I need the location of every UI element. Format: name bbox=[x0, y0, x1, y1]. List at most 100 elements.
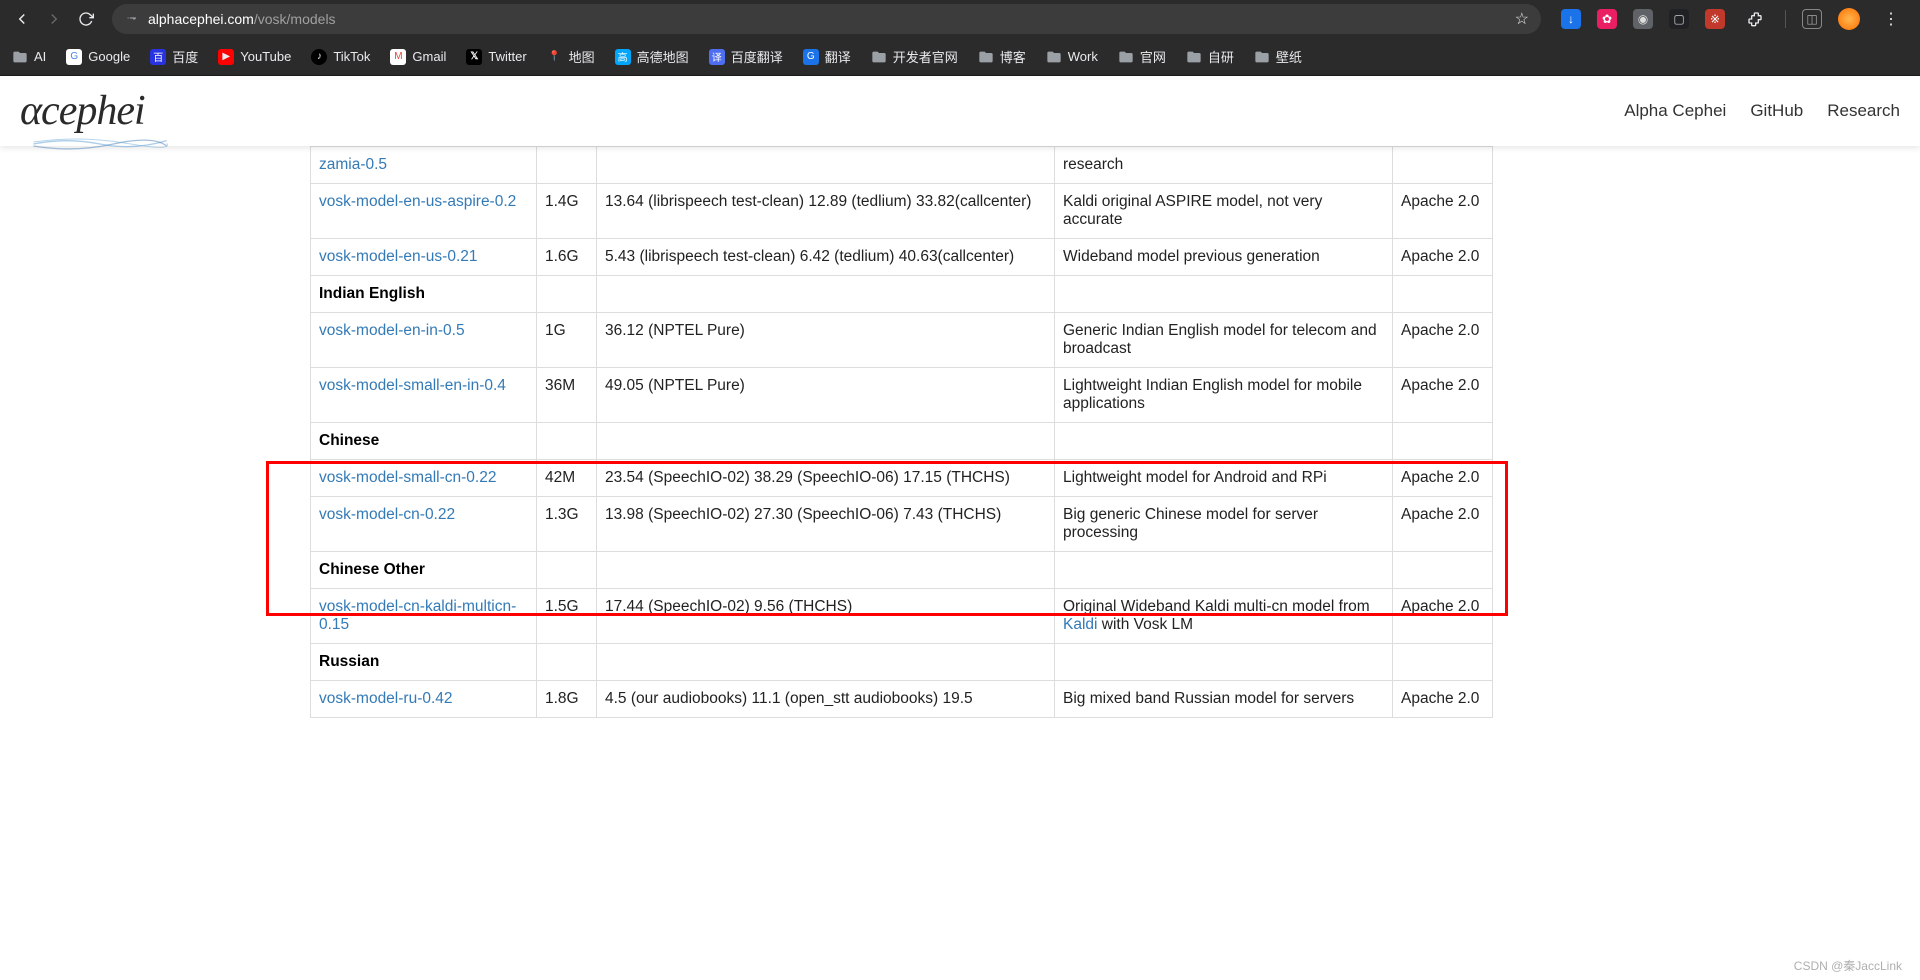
back-button[interactable] bbox=[8, 5, 36, 33]
site-logo[interactable]: αcephei bbox=[20, 90, 145, 132]
bookmark-item[interactable]: GGoogle bbox=[66, 49, 130, 65]
nav-alpha-cephei[interactable]: Alpha Cephei bbox=[1624, 101, 1726, 121]
model-link[interactable]: vosk-model-cn-kaldi-multicn-0.15 bbox=[319, 598, 516, 633]
bookmark-label: AI bbox=[34, 49, 46, 64]
cell-wer: 13.64 (librispeech test-clean) 12.89 (te… bbox=[597, 184, 1055, 239]
bookmark-item[interactable]: 自研 bbox=[1186, 47, 1234, 66]
cell-notes: Lightweight Indian English model for mob… bbox=[1055, 368, 1393, 423]
cell-wer bbox=[597, 644, 1055, 681]
cell-name: vosk-model-en-in-0.5 bbox=[311, 313, 537, 368]
gmap-icon: 📍 bbox=[547, 49, 563, 65]
bookmark-item[interactable]: 百百度 bbox=[150, 47, 198, 66]
forward-button[interactable] bbox=[40, 5, 68, 33]
notes-link[interactable]: Kaldi bbox=[1063, 616, 1097, 633]
cell-size bbox=[537, 276, 597, 313]
bookmark-label: Gmail bbox=[412, 49, 446, 64]
bookmark-label: Twitter bbox=[488, 49, 526, 64]
cell-license: Apache 2.0 bbox=[1393, 681, 1493, 718]
bookmark-item[interactable]: MGmail bbox=[390, 49, 446, 65]
cell-name: zamia-0.5 bbox=[311, 147, 537, 184]
folder-icon bbox=[1118, 49, 1134, 65]
cell-notes bbox=[1055, 276, 1393, 313]
bookmark-item[interactable]: 壁纸 bbox=[1254, 47, 1302, 66]
folder-icon bbox=[871, 49, 887, 65]
cell-wer: 17.44 (SpeechIO-02) 9.56 (THCHS) bbox=[597, 589, 1055, 644]
cell-name: vosk-model-en-us-aspire-0.2 bbox=[311, 184, 537, 239]
section-header-cell: Russian bbox=[311, 644, 537, 681]
section-header: Indian English bbox=[319, 285, 425, 302]
model-link[interactable]: vosk-model-cn-0.22 bbox=[319, 506, 455, 523]
reload-button[interactable] bbox=[72, 5, 100, 33]
bookmark-item[interactable]: 高高德地图 bbox=[615, 47, 689, 66]
page-content[interactable]: αcephei Alpha Cephei GitHub Research zam… bbox=[0, 76, 1920, 980]
site-info-icon[interactable] bbox=[124, 11, 138, 28]
section-header-cell: Chinese bbox=[311, 423, 537, 460]
model-link[interactable]: zamia-0.5 bbox=[319, 156, 387, 173]
model-link[interactable]: vosk-model-en-in-0.5 bbox=[319, 322, 465, 339]
cell-wer bbox=[597, 552, 1055, 589]
cell-license bbox=[1393, 276, 1493, 313]
cell-notes bbox=[1055, 423, 1393, 460]
nav-research[interactable]: Research bbox=[1827, 101, 1900, 121]
cell-notes bbox=[1055, 644, 1393, 681]
content-area: zamia-0.5researchvosk-model-en-us-aspire… bbox=[0, 146, 1920, 758]
bookmark-item[interactable]: 译百度翻译 bbox=[709, 47, 783, 66]
bookmark-item[interactable]: 官网 bbox=[1118, 47, 1166, 66]
cell-license: Apache 2.0 bbox=[1393, 368, 1493, 423]
ext-camera-icon[interactable]: ◉ bbox=[1633, 9, 1653, 29]
bookmark-star-icon[interactable]: ☆ bbox=[1515, 9, 1529, 29]
bookmark-item[interactable]: ♪TikTok bbox=[311, 49, 370, 65]
ext-orange-icon[interactable]: ※ bbox=[1705, 9, 1725, 29]
folder-icon bbox=[1186, 49, 1202, 65]
table-row: vosk-model-en-us-aspire-0.21.4G13.64 (li… bbox=[311, 184, 1493, 239]
bookmark-item[interactable]: 𝕏Twitter bbox=[466, 49, 526, 65]
cell-size bbox=[537, 423, 597, 460]
cell-name: vosk-model-small-en-in-0.4 bbox=[311, 368, 537, 423]
bookmark-item[interactable]: 博客 bbox=[978, 47, 1026, 66]
cell-size: 36M bbox=[537, 368, 597, 423]
cell-license: Apache 2.0 bbox=[1393, 239, 1493, 276]
bookmark-item[interactable]: G翻译 bbox=[803, 47, 851, 66]
folder-icon bbox=[1046, 49, 1062, 65]
cell-license bbox=[1393, 423, 1493, 460]
table-row: vosk-model-small-en-in-0.436M49.05 (NPTE… bbox=[311, 368, 1493, 423]
model-link[interactable]: vosk-model-small-cn-0.22 bbox=[319, 469, 496, 486]
cell-wer: 36.12 (NPTEL Pure) bbox=[597, 313, 1055, 368]
model-link[interactable]: vosk-model-en-us-aspire-0.2 bbox=[319, 193, 516, 210]
bookmark-label: Google bbox=[88, 49, 130, 64]
bookmark-item[interactable]: Work bbox=[1046, 49, 1098, 65]
table-row: Indian English bbox=[311, 276, 1493, 313]
bookmark-label: 百度 bbox=[172, 47, 198, 66]
cell-name: vosk-model-small-cn-0.22 bbox=[311, 460, 537, 497]
nav-github[interactable]: GitHub bbox=[1750, 101, 1803, 121]
model-link[interactable]: vosk-model-en-us-0.21 bbox=[319, 248, 478, 265]
bookmark-item[interactable]: 开发者官网 bbox=[871, 47, 958, 66]
menu-button[interactable]: ⋮ bbox=[1876, 5, 1904, 33]
address-bar[interactable]: alphacephei.com/vosk/models ☆ bbox=[112, 4, 1541, 34]
ext-dark-icon[interactable]: ▢ bbox=[1669, 9, 1689, 29]
cell-notes: Generic Indian English model for telecom… bbox=[1055, 313, 1393, 368]
extensions-button[interactable] bbox=[1741, 5, 1769, 33]
model-link[interactable]: vosk-model-ru-0.42 bbox=[319, 690, 453, 707]
ext-pink-icon[interactable]: ✿ bbox=[1597, 9, 1617, 29]
cell-license bbox=[1393, 552, 1493, 589]
table-row: zamia-0.5research bbox=[311, 147, 1493, 184]
profile-avatar[interactable] bbox=[1838, 8, 1860, 30]
bookmark-label: 地图 bbox=[569, 47, 595, 66]
bookmark-label: 自研 bbox=[1208, 47, 1234, 66]
model-link[interactable]: vosk-model-small-en-in-0.4 bbox=[319, 377, 506, 394]
bookmark-label: 高德地图 bbox=[637, 47, 689, 66]
toolbar: alphacephei.com/vosk/models ☆ ↓ ✿ ◉ ▢ ※ … bbox=[0, 0, 1920, 38]
bookmark-item[interactable]: ▶YouTube bbox=[218, 49, 291, 65]
cell-notes: Big mixed band Russian model for servers bbox=[1055, 681, 1393, 718]
cell-size: 1.8G bbox=[537, 681, 597, 718]
bookmark-item[interactable]: AI bbox=[12, 49, 46, 65]
ext-download-icon[interactable]: ↓ bbox=[1561, 9, 1581, 29]
cell-notes: Wideband model previous generation bbox=[1055, 239, 1393, 276]
sidepanel-icon[interactable]: ◫ bbox=[1802, 9, 1822, 29]
cell-license: Apache 2.0 bbox=[1393, 313, 1493, 368]
bookmark-item[interactable]: 📍 地图 bbox=[547, 47, 595, 66]
cell-notes: Original Wideband Kaldi multi-cn model f… bbox=[1055, 589, 1393, 644]
cell-size: 1.6G bbox=[537, 239, 597, 276]
table-row: vosk-model-ru-0.421.8G4.5 (our audiobook… bbox=[311, 681, 1493, 718]
